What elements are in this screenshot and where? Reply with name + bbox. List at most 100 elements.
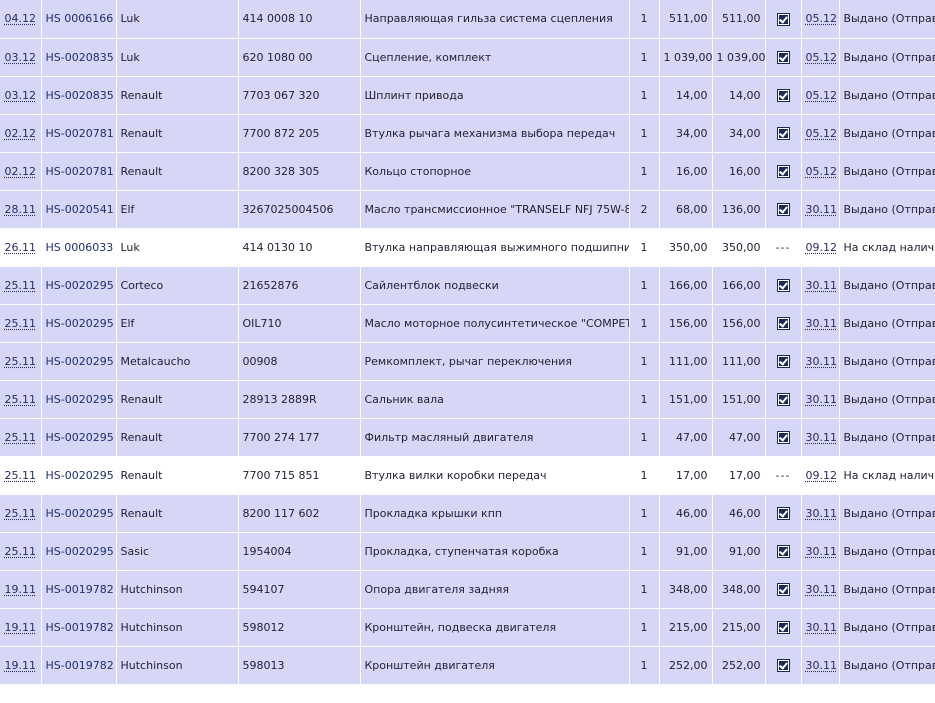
order-date-cell[interactable]: 02.12: [0, 114, 42, 153]
order-number-cell[interactable]: HS 0006033: [41, 228, 117, 267]
received-checkbox-slot[interactable]: [776, 51, 790, 64]
order-number-cell[interactable]: HS-0020295: [41, 304, 117, 343]
order-date-cell[interactable]: 25.11: [0, 418, 42, 457]
order-date-link[interactable]: 02.12: [5, 165, 37, 178]
ship-date-link[interactable]: 09.12: [806, 469, 838, 482]
order-number-cell[interactable]: HS-0019782: [41, 608, 117, 647]
order-number-link[interactable]: HS-0020295: [46, 507, 114, 520]
order-date-cell[interactable]: 02.12: [0, 152, 42, 191]
order-number-link[interactable]: HS-0020295: [46, 355, 114, 368]
ship-date-cell[interactable]: 30.11: [801, 266, 840, 305]
order-number-cell[interactable]: HS-0020295: [41, 532, 117, 571]
received-checkbox-slot[interactable]: [776, 507, 790, 520]
order-date-cell[interactable]: 19.11: [0, 570, 42, 609]
checkbox-checked-icon[interactable]: [776, 89, 790, 102]
order-number-cell[interactable]: HS-0020295: [41, 342, 117, 381]
order-number-link[interactable]: HS-0020295: [46, 317, 114, 330]
order-date-link[interactable]: 25.11: [5, 393, 37, 406]
ship-date-cell[interactable]: 30.11: [801, 570, 840, 609]
order-date-link[interactable]: 25.11: [5, 431, 37, 444]
order-number-cell[interactable]: HS-0020781: [41, 152, 117, 191]
received-check-cell[interactable]: [765, 38, 802, 77]
checkbox-checked-icon[interactable]: [776, 545, 790, 558]
received-check-cell[interactable]: [765, 570, 802, 609]
order-date-link[interactable]: 28.11: [5, 203, 37, 216]
ship-date-link[interactable]: 30.11: [806, 507, 838, 520]
order-date-link[interactable]: 25.11: [5, 355, 37, 368]
order-date-link[interactable]: 02.12: [5, 127, 37, 140]
order-number-cell[interactable]: HS-0020295: [41, 266, 117, 305]
order-date-cell[interactable]: 04.12: [0, 0, 42, 39]
checkbox-checked-icon[interactable]: [776, 621, 790, 634]
order-date-link[interactable]: 03.12: [5, 51, 37, 64]
order-date-link[interactable]: 19.11: [5, 659, 37, 672]
checkbox-checked-icon[interactable]: [776, 431, 790, 444]
order-number-cell[interactable]: HS-0020295: [41, 418, 117, 457]
ship-date-cell[interactable]: 30.11: [801, 608, 840, 647]
received-check-cell[interactable]: [765, 304, 802, 343]
order-date-cell[interactable]: 03.12: [0, 76, 42, 115]
order-number-cell[interactable]: HS-0019782: [41, 646, 117, 685]
received-checkbox-slot[interactable]: [776, 355, 790, 368]
ship-date-cell[interactable]: 05.12: [801, 0, 840, 39]
order-date-cell[interactable]: 25.11: [0, 266, 42, 305]
checkbox-checked-icon[interactable]: [776, 583, 790, 596]
ship-date-link[interactable]: 30.11: [806, 279, 838, 292]
order-date-link[interactable]: 25.11: [5, 469, 37, 482]
order-date-cell[interactable]: 19.11: [0, 608, 42, 647]
received-check-cell[interactable]: [765, 342, 802, 381]
ship-date-cell[interactable]: 09.12: [801, 228, 840, 267]
checkbox-checked-icon[interactable]: [776, 12, 790, 26]
ship-date-cell[interactable]: 30.11: [801, 646, 840, 685]
ship-date-link[interactable]: 05.12: [806, 89, 838, 102]
received-check-cell[interactable]: [765, 0, 802, 39]
ship-date-link[interactable]: 30.11: [806, 317, 838, 330]
ship-date-link[interactable]: 30.11: [806, 431, 838, 444]
order-date-link[interactable]: 25.11: [5, 545, 37, 558]
received-checkbox-slot[interactable]: [776, 583, 790, 596]
ship-date-link[interactable]: 30.11: [806, 583, 838, 596]
order-number-cell[interactable]: HS-0020835: [41, 38, 117, 77]
received-check-cell[interactable]: [765, 380, 802, 419]
ship-date-link[interactable]: 05.12: [806, 127, 838, 140]
ship-date-link[interactable]: 30.11: [806, 355, 838, 368]
received-check-cell[interactable]: [765, 190, 802, 229]
ship-date-cell[interactable]: 30.11: [801, 494, 840, 533]
order-number-link[interactable]: HS-0020295: [46, 431, 114, 444]
ship-date-cell[interactable]: 30.11: [801, 380, 840, 419]
checkbox-checked-icon[interactable]: [776, 165, 790, 178]
checkbox-checked-icon[interactable]: [776, 203, 790, 216]
received-checkbox-slot[interactable]: [776, 393, 790, 406]
received-checkbox-slot[interactable]: [776, 127, 790, 140]
received-check-cell[interactable]: [765, 114, 802, 153]
order-date-link[interactable]: 04.12: [5, 12, 37, 25]
received-check-cell[interactable]: ---: [765, 456, 802, 495]
received-checkbox-slot[interactable]: [776, 659, 790, 672]
ship-date-link[interactable]: 30.11: [806, 545, 838, 558]
order-number-cell[interactable]: HS-0020781: [41, 114, 117, 153]
received-check-cell[interactable]: [765, 152, 802, 191]
checkbox-checked-icon[interactable]: [776, 393, 790, 406]
order-number-cell[interactable]: HS-0020295: [41, 456, 117, 495]
ship-date-link[interactable]: 05.12: [806, 165, 838, 178]
order-number-link[interactable]: HS-0020835: [46, 51, 114, 64]
received-checkbox-slot[interactable]: [776, 89, 790, 102]
checkbox-checked-icon[interactable]: [776, 507, 790, 520]
received-checkbox-slot[interactable]: ---: [776, 469, 791, 482]
order-number-link[interactable]: HS-0020295: [46, 393, 114, 406]
ship-date-cell[interactable]: 30.11: [801, 418, 840, 457]
order-date-link[interactable]: 19.11: [5, 583, 37, 596]
received-check-cell[interactable]: [765, 76, 802, 115]
order-number-link[interactable]: HS-0020835: [46, 89, 114, 102]
received-check-cell[interactable]: [765, 646, 802, 685]
ship-date-link[interactable]: 09.12: [806, 241, 838, 254]
order-date-cell[interactable]: 26.11: [0, 228, 42, 267]
order-date-cell[interactable]: 25.11: [0, 456, 42, 495]
received-check-cell[interactable]: ---: [765, 228, 802, 267]
order-date-cell[interactable]: 25.11: [0, 532, 42, 571]
received-check-cell[interactable]: [765, 266, 802, 305]
order-number-link[interactable]: HS-0019782: [46, 583, 114, 596]
received-check-cell[interactable]: [765, 608, 802, 647]
order-date-cell[interactable]: 03.12: [0, 38, 42, 77]
ship-date-link[interactable]: 30.11: [806, 203, 838, 216]
